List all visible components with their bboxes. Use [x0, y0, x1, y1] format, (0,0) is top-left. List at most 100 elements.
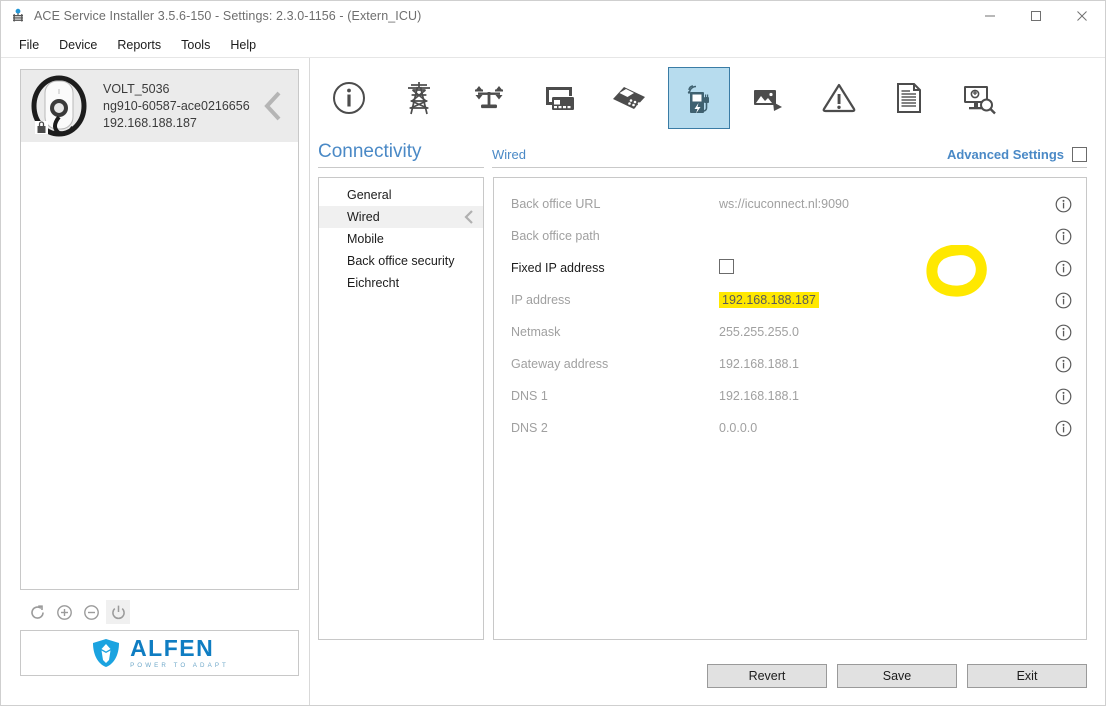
plus-circle-icon[interactable] [52, 600, 76, 624]
settings-panels: General Wired Mobile Back office securit… [318, 168, 1087, 647]
field-row-ip-address: IP address 192.168.188.187 [494, 284, 1086, 316]
revert-button[interactable]: Revert [707, 664, 827, 688]
dns-1-value[interactable]: 192.168.188.1 [719, 389, 1040, 403]
device-action-bar [20, 590, 299, 626]
nav-item-mobile[interactable]: Mobile [319, 228, 483, 250]
tab-load-balancing[interactable] [458, 67, 520, 129]
refresh-icon[interactable] [25, 600, 49, 624]
ev-wallbox-charger-icon [29, 73, 93, 139]
tab-info[interactable] [318, 67, 380, 129]
main-body: VOLT_5036 ng910-60587-ace0216656 192.168… [1, 58, 1105, 705]
subsection-header: Wired Advanced Settings [492, 147, 1087, 168]
action-bar: Revert Save Exit [318, 647, 1087, 705]
device-serial: ng910-60587-ace0216656 [103, 98, 250, 113]
nav-item-label: General [347, 188, 392, 202]
tab-alarms[interactable] [808, 67, 870, 129]
field-row-back-office-path: Back office path [494, 220, 1086, 252]
field-label: DNS 1 [511, 389, 548, 403]
device-sidebar: VOLT_5036 ng910-60587-ace0216656 192.168… [1, 58, 310, 705]
nav-item-label: Wired [347, 210, 380, 224]
connectivity-nav-list: General Wired Mobile Back office securit… [318, 177, 484, 640]
tab-payment-terminal[interactable] [598, 67, 660, 129]
device-ip: 192.168.188.187 [103, 115, 197, 130]
tab-display[interactable] [738, 67, 800, 129]
nav-item-eichrecht[interactable]: Eichrecht [319, 272, 483, 294]
nav-item-wired[interactable]: Wired [319, 206, 483, 228]
field-row-gateway-address: Gateway address 192.168.188.1 [494, 348, 1086, 380]
minus-circle-icon[interactable] [79, 600, 103, 624]
ip-address-value[interactable]: 192.168.188.187 [719, 292, 819, 308]
window-controls [967, 1, 1105, 32]
field-row-dns-2: DNS 2 0.0.0.0 [494, 412, 1086, 444]
dns-2-value[interactable]: 0.0.0.0 [719, 421, 1040, 435]
device-details: VOLT_5036 ng910-60587-ace0216656 192.168… [103, 82, 250, 131]
field-row-netmask: Netmask 255.255.255.0 [494, 316, 1086, 348]
info-circle-icon[interactable] [1040, 292, 1086, 309]
info-circle-icon[interactable] [1040, 196, 1086, 213]
chevron-left-icon [463, 209, 475, 225]
tab-connectivity[interactable] [668, 67, 730, 129]
page-title: Connectivity [318, 141, 484, 168]
wired-settings-form: Back office URL ws://icuconnect.nl:9090 … [493, 177, 1087, 640]
menu-reports[interactable]: Reports [107, 35, 171, 55]
save-button[interactable]: Save [837, 664, 957, 688]
netmask-value[interactable]: 255.255.255.0 [719, 325, 1040, 339]
nav-item-general[interactable]: General [319, 184, 483, 206]
tab-grid[interactable] [388, 67, 450, 129]
nav-item-label: Eichrecht [347, 276, 400, 290]
info-circle-icon[interactable] [1040, 356, 1086, 373]
device-list-item[interactable]: VOLT_5036 ng910-60587-ace0216656 192.168… [21, 70, 298, 142]
menu-tools[interactable]: Tools [171, 35, 220, 55]
close-button[interactable] [1059, 1, 1105, 32]
maximize-button[interactable] [1013, 1, 1059, 32]
alfen-logo-text: ALFEN [130, 634, 215, 661]
ip-address-value-cell: 192.168.188.187 [719, 292, 1040, 308]
nav-item-back-office-security[interactable]: Back office security [319, 250, 483, 272]
nav-item-label: Back office security [347, 254, 455, 268]
alfen-logo: ALFEN POWER TO ADAPT [20, 630, 299, 676]
alfen-tagline: POWER TO ADAPT [130, 661, 229, 669]
application-window: ACE Service Installer 3.5.6-150 - Settin… [0, 0, 1106, 706]
title-bar: ACE Service Installer 3.5.6-150 - Settin… [1, 1, 1105, 32]
nav-item-label: Mobile [347, 232, 384, 246]
exit-button[interactable]: Exit [967, 664, 1087, 688]
gateway-address-value[interactable]: 192.168.188.1 [719, 357, 1040, 371]
device-list: VOLT_5036 ng910-60587-ace0216656 192.168… [20, 69, 299, 590]
info-circle-icon[interactable] [1040, 324, 1086, 341]
minimize-button[interactable] [967, 1, 1013, 32]
menu-file[interactable]: File [9, 35, 49, 55]
section-header: Connectivity Wired Advanced Settings [318, 134, 1087, 168]
back-office-url-value[interactable]: ws://icuconnect.nl:9090 [719, 197, 1040, 211]
field-label: Fixed IP address [511, 261, 605, 275]
fixed-ip-checkbox-cell [719, 245, 1040, 297]
info-circle-icon[interactable] [1040, 260, 1086, 277]
window-title: ACE Service Installer 3.5.6-150 - Settin… [34, 9, 422, 23]
power-icon[interactable] [106, 600, 130, 624]
info-circle-icon[interactable] [1040, 388, 1086, 405]
advanced-settings-group[interactable]: Advanced Settings [947, 147, 1087, 162]
field-row-fixed-ip-address: Fixed IP address [494, 245, 1086, 297]
info-circle-icon[interactable] [1040, 228, 1086, 245]
field-label: Gateway address [511, 357, 609, 371]
tab-card-reader[interactable] [528, 67, 590, 129]
tab-logs[interactable] [878, 67, 940, 129]
advanced-settings-checkbox[interactable] [1072, 147, 1087, 162]
advanced-settings-label: Advanced Settings [946, 147, 1064, 162]
menu-help[interactable]: Help [220, 35, 266, 55]
info-circle-icon[interactable] [1040, 420, 1086, 437]
menu-bar: File Device Reports Tools Help [1, 32, 1105, 58]
field-label: DNS 2 [511, 421, 548, 435]
menu-device[interactable]: Device [49, 35, 107, 55]
field-label: Back office path [511, 229, 600, 243]
tab-diagnostics[interactable] [948, 67, 1010, 129]
ace-app-icon [10, 8, 26, 24]
device-name: VOLT_5036 [103, 81, 170, 96]
fixed-ip-address-checkbox[interactable] [719, 259, 734, 274]
chevron-left-icon[interactable] [262, 89, 286, 123]
field-label: Back office URL [511, 197, 601, 211]
content-panel: Connectivity Wired Advanced Settings Gen… [310, 58, 1105, 705]
field-label: IP address [511, 293, 571, 307]
module-toolbar [318, 58, 1087, 130]
alfen-shield-logo [90, 637, 122, 669]
field-row-back-office-url: Back office URL ws://icuconnect.nl:9090 [494, 188, 1086, 220]
